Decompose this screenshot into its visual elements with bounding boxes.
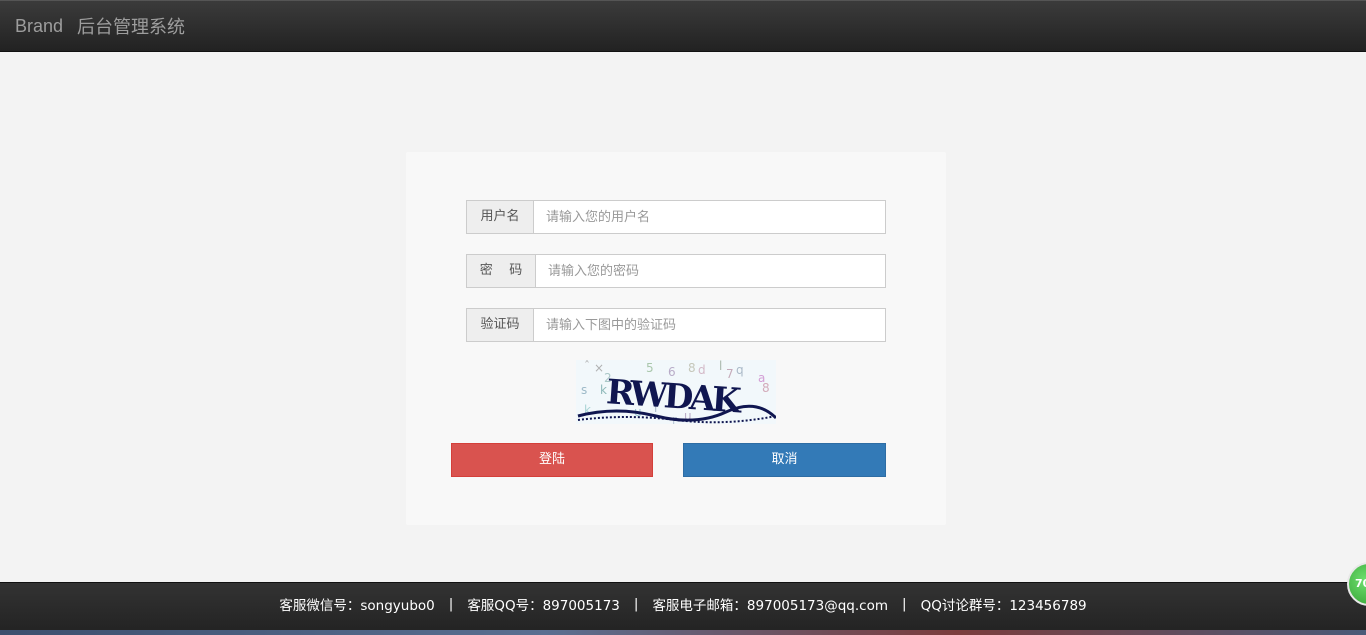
system-title: 后台管理系统 <box>77 17 186 38</box>
svg-text:5: 5 <box>646 361 654 375</box>
footer: 客服微信号：songyubo0 | 客服QQ号：897005173 | 客服电子… <box>0 582 1366 635</box>
svg-text:a: a <box>758 371 765 385</box>
password-group: 密 码 <box>466 254 886 288</box>
svg-text:ˆ: ˆ <box>584 360 590 373</box>
svg-text:q: q <box>736 363 744 377</box>
captcha-graphic: ˆ × 2 s k 5 6 8 d l 7 q 8 a k u l u r RW… <box>577 359 778 427</box>
footer-email: 客服电子邮箱：897005173@qq.com <box>652 598 889 614</box>
svg-text:7: 7 <box>726 367 734 381</box>
captcha-label: 验证码 <box>466 308 534 342</box>
brand-link[interactable]: Brand <box>15 16 63 37</box>
username-input[interactable] <box>534 200 886 234</box>
login-button[interactable]: 登陆 <box>451 443 653 477</box>
svg-text:l: l <box>719 360 722 373</box>
captcha-group: 验证码 <box>466 308 886 342</box>
password-input[interactable] <box>536 254 886 288</box>
footer-separator: | <box>633 596 639 612</box>
svg-text:d: d <box>698 363 706 377</box>
footer-separator: | <box>902 596 907 612</box>
cancel-button[interactable]: 取消 <box>683 443 886 477</box>
footer-wechat: 客服微信号：songyubo0 <box>279 598 435 614</box>
svg-text:s: s <box>581 383 587 397</box>
taskbar-strip <box>0 630 1366 635</box>
captcha-input[interactable] <box>534 308 886 342</box>
footer-qq: 客服QQ号：897005173 <box>467 598 620 614</box>
top-navbar: Brand 后台管理系统 <box>0 0 1366 52</box>
footer-separator: | <box>448 596 454 612</box>
footer-qq-group: QQ讨论群号：123456789 <box>920 598 1087 614</box>
svg-text:×: × <box>594 361 604 375</box>
password-label: 密 码 <box>466 254 536 288</box>
username-label: 用户名 <box>466 200 534 234</box>
login-panel: 用户名 密 码 验证码 ˆ × 2 s k 5 6 8 d l 7 q 8 <box>406 152 946 525</box>
captcha-image[interactable]: ˆ × 2 s k 5 6 8 d l 7 q 8 a k u l u r RW… <box>576 359 778 427</box>
username-group: 用户名 <box>466 200 886 234</box>
svg-text:8: 8 <box>688 361 696 375</box>
